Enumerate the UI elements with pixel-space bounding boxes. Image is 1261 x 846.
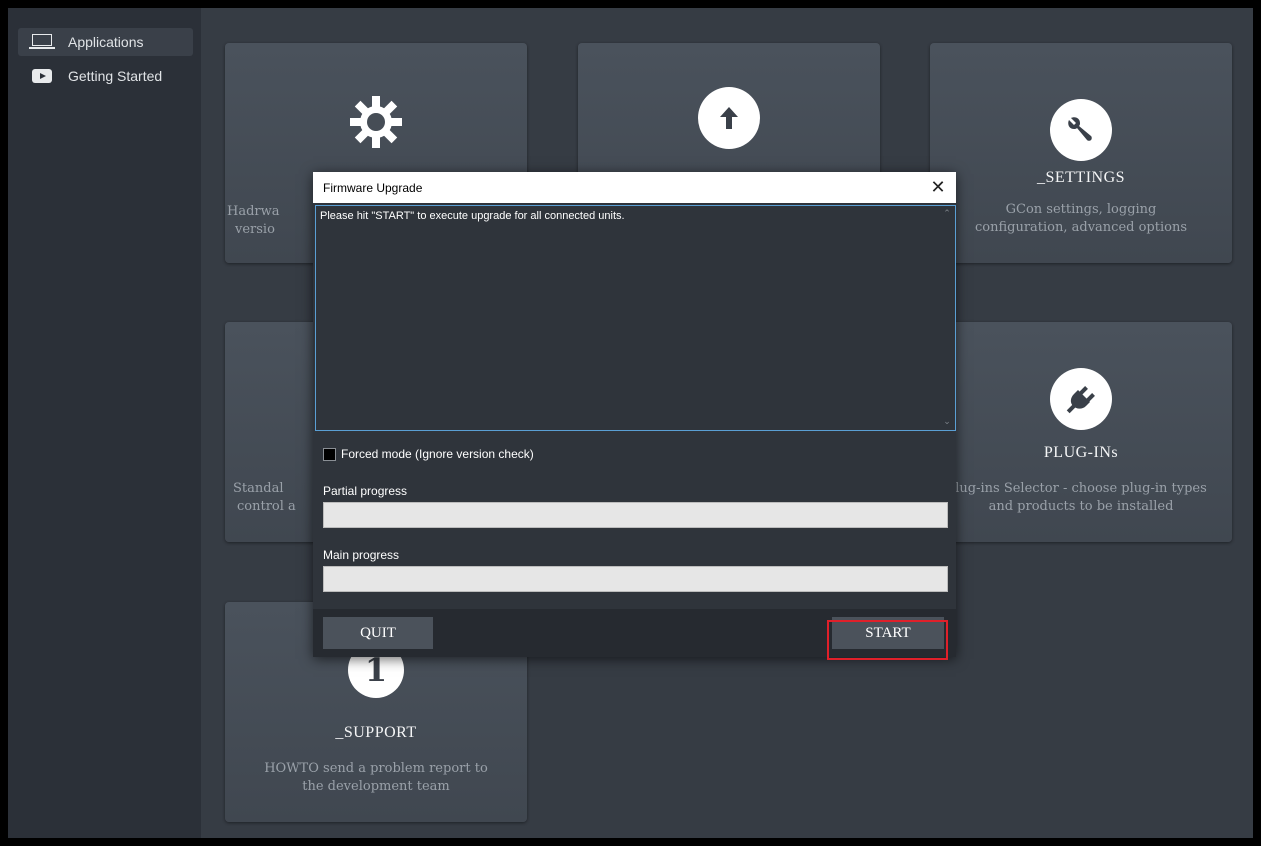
tile-plugins-title: PLUG-INs xyxy=(1043,444,1119,461)
tile-settings-desc: GCon settings, logging configuration, ad… xyxy=(974,202,1188,235)
scroll-down-icon[interactable]: ⌄ xyxy=(941,416,953,428)
start-button-highlight xyxy=(827,620,948,660)
plug-icon xyxy=(1050,368,1112,430)
tile-settings-title: _SETTINGS xyxy=(1036,169,1126,186)
partial-progress-bar xyxy=(323,502,948,528)
close-icon[interactable]: ✕ xyxy=(928,177,948,197)
main-progress-bar xyxy=(323,566,948,592)
quit-button[interactable]: QUIT xyxy=(323,617,433,649)
sidebar: Applications Getting Started xyxy=(8,8,201,838)
checkbox-box[interactable] xyxy=(323,447,336,461)
sidebar-item-label: Applications xyxy=(68,34,144,50)
sidebar-item-label: Getting Started xyxy=(68,68,163,84)
wrench-icon xyxy=(1050,99,1112,161)
dialog-title-bar[interactable]: Firmware Upgrade ✕ xyxy=(313,172,956,203)
tile-support-title: _SUPPORT xyxy=(335,724,417,741)
tile-plugins-desc: lug-ins Selector - choose plug-in types … xyxy=(955,481,1207,514)
main-progress-label: Main progress xyxy=(323,548,400,562)
laptop-icon xyxy=(29,34,56,50)
dialog-title: Firmware Upgrade xyxy=(323,181,423,195)
tile-settings[interactable]: _SETTINGS GCon settings, logging configu… xyxy=(930,43,1232,263)
tile-plugins[interactable]: PLUG-INs lug-ins Selector - choose plug-… xyxy=(930,322,1232,542)
forced-mode-label: Forced mode (Ignore version check) xyxy=(341,447,534,461)
app-window: Applications Getting Started Hadrwa vers… xyxy=(8,8,1253,838)
tile-support-desc: HOWTO send a problem report to the devel… xyxy=(264,761,488,794)
partial-progress-label: Partial progress xyxy=(323,484,408,498)
log-textarea[interactable]: Please hit "START" to execute upgrade fo… xyxy=(315,205,956,431)
sidebar-item-applications[interactable]: Applications xyxy=(18,28,193,56)
firmware-upgrade-dialog: Firmware Upgrade ✕ Please hit "START" to… xyxy=(313,172,956,657)
forced-mode-checkbox[interactable]: Forced mode (Ignore version check) xyxy=(323,447,534,461)
play-icon xyxy=(30,68,56,84)
gear-icon xyxy=(345,91,407,153)
scroll-up-icon[interactable]: ⌃ xyxy=(941,208,953,220)
log-message: Please hit "START" to execute upgrade fo… xyxy=(320,210,625,222)
arrow-up-icon xyxy=(698,87,760,149)
sidebar-item-getting-started[interactable]: Getting Started xyxy=(18,62,193,90)
